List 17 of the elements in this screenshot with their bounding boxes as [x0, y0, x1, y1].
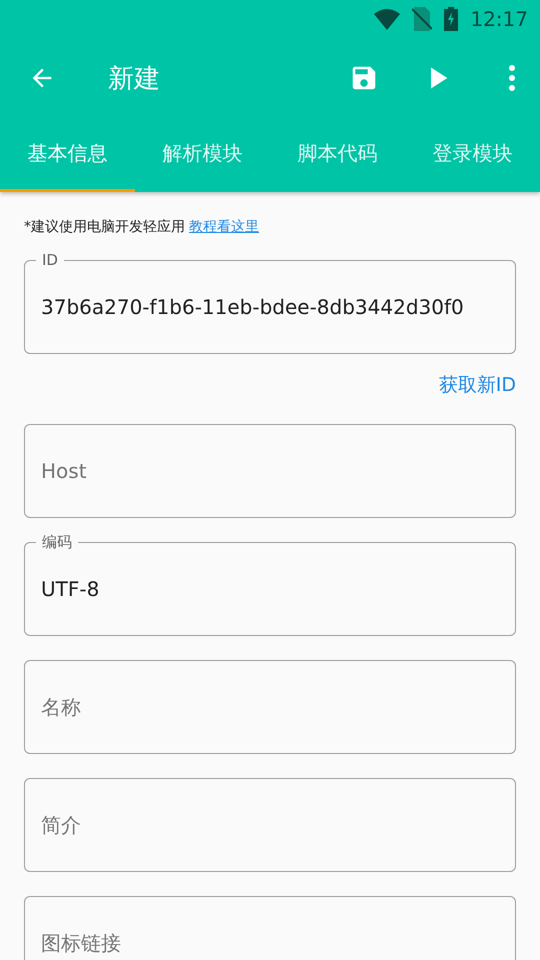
input-field[interactable]: Host [24, 424, 516, 518]
input-field[interactable]: 图标链接 [24, 896, 516, 960]
input-field[interactable]: 名称 [24, 660, 516, 754]
field-label: 编码 [36, 532, 78, 552]
tab[interactable]: 脚本代码 [270, 118, 405, 192]
tab[interactable]: 登录模块 [405, 118, 540, 192]
input-field[interactable]: 简介 [24, 778, 516, 872]
tab[interactable]: 基本信息 [0, 118, 135, 192]
new-id-link[interactable]: 获取新ID [438, 372, 516, 398]
hint-text: *建议使用电脑开发轻应用 [24, 218, 185, 236]
wifi-icon [374, 8, 400, 30]
no-sim-icon [412, 7, 432, 31]
battery-charging-icon [444, 7, 458, 31]
status-time: 12:17 [470, 7, 528, 31]
tab[interactable]: 解析模块 [135, 118, 270, 192]
tutorial-link[interactable]: 教程看这里 [189, 218, 259, 236]
toolbar-title: 新建 [108, 62, 161, 96]
